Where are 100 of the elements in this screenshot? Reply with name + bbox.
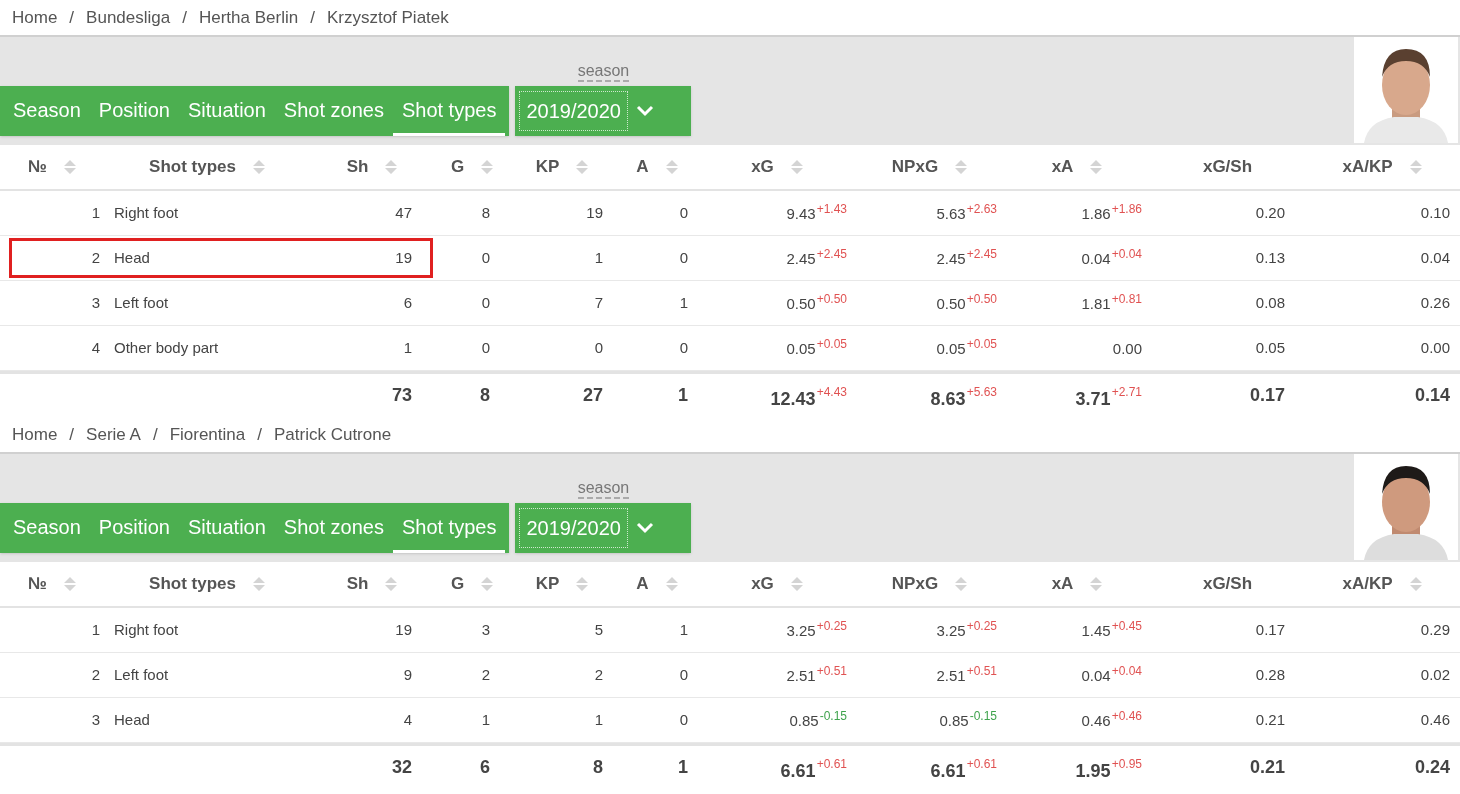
table-cell-text: 0.10 xyxy=(1419,202,1451,223)
sort-icon[interactable] xyxy=(480,576,495,592)
column-header[interactable]: Shot types xyxy=(149,571,236,597)
column-header[interactable]: A xyxy=(636,154,649,180)
table-cell-text: 0.14 xyxy=(1413,384,1451,407)
column-header[interactable]: xG/Sh xyxy=(1202,571,1253,597)
column-header[interactable]: xG xyxy=(751,154,774,180)
sort-icon[interactable] xyxy=(62,159,77,175)
table-cell-text: 0 xyxy=(678,247,689,268)
table-cell-text: 2 xyxy=(593,664,604,685)
table-cell-text: Head xyxy=(113,709,151,730)
column-header[interactable]: A xyxy=(636,571,649,597)
table-cell-text: 27 xyxy=(581,384,604,407)
table-cell-text: 32 xyxy=(390,756,413,779)
sort-icon[interactable] xyxy=(384,576,399,592)
column-header[interactable]: G xyxy=(450,571,465,597)
sort-icon[interactable] xyxy=(62,576,77,592)
sort-icon[interactable] xyxy=(384,159,399,175)
table-cell-text: 1 xyxy=(90,202,101,223)
column-header[interactable]: xG/Sh xyxy=(1202,154,1253,180)
table-cell-text: 1 xyxy=(677,384,689,407)
sort-icon[interactable] xyxy=(1408,576,1423,592)
column-header[interactable]: xA/KP xyxy=(1342,154,1393,180)
sort-icon[interactable] xyxy=(664,576,679,592)
column-header[interactable]: NPxG xyxy=(891,571,939,597)
table-cell-text: 0.21 xyxy=(1254,709,1286,730)
breadcrumb-link[interactable]: Patrick Cutrone xyxy=(274,421,392,448)
sort-icon[interactable] xyxy=(954,576,969,592)
sort-icon[interactable] xyxy=(575,576,590,592)
table-cell-text: 1 xyxy=(677,756,689,779)
breadcrumb-separator: / xyxy=(182,6,187,29)
sort-icon[interactable] xyxy=(251,159,266,175)
season-label: season xyxy=(577,479,630,499)
breadcrumb-link[interactable]: Hertha Berlin xyxy=(198,4,299,31)
breadcrumb-separator: / xyxy=(152,423,158,446)
chevron-down-icon xyxy=(636,105,654,117)
sort-icon[interactable] xyxy=(480,159,495,175)
column-header[interactable]: Sh xyxy=(346,571,369,597)
table-cell-text: 19 xyxy=(394,247,413,268)
breadcrumb-link[interactable]: Home xyxy=(12,4,58,31)
table-cell-text: 8 xyxy=(479,384,491,407)
sort-icon[interactable] xyxy=(575,159,590,175)
table-cell-text: 0.04 xyxy=(1419,247,1451,268)
table-cell-text: 2 xyxy=(90,247,101,268)
column-header[interactable]: xA/KP xyxy=(1342,571,1393,597)
breadcrumb-link[interactable]: Krzysztof Piatek xyxy=(326,4,449,31)
table-cell-text: Other body part xyxy=(113,337,220,358)
breadcrumb-separator: / xyxy=(69,6,75,29)
table-cell-text: 19 xyxy=(394,619,413,640)
table-cell-text: 0 xyxy=(480,247,491,268)
season-label: season xyxy=(577,62,630,82)
breadcrumb-link[interactable]: Home xyxy=(12,421,58,448)
column-header[interactable]: Shot types xyxy=(149,154,236,180)
column-header[interactable]: xG xyxy=(751,571,774,597)
table-cell-text: 8 xyxy=(592,756,604,779)
table-cell-text: 0 xyxy=(678,664,689,685)
breadcrumb-link[interactable]: Fiorentina xyxy=(169,421,246,448)
table-cell-text: 47 xyxy=(394,202,413,223)
table-cell-text: 0.05 xyxy=(1254,337,1286,358)
column-header[interactable]: xA xyxy=(1051,571,1074,597)
column-header[interactable]: NPxG xyxy=(891,154,939,180)
breadcrumb-separator: / xyxy=(257,423,262,446)
chevron-down-icon xyxy=(636,522,654,534)
breadcrumb-separator: / xyxy=(310,6,315,29)
table-cell-text: 1 xyxy=(480,709,491,730)
table-cell-text: Head xyxy=(113,247,151,268)
sort-icon[interactable] xyxy=(789,159,804,175)
column-header[interactable]: G xyxy=(450,154,465,180)
column-header[interactable]: xA xyxy=(1051,154,1074,180)
column-header[interactable]: Sh xyxy=(346,154,369,180)
table-cell-text: 0.08 xyxy=(1254,292,1286,313)
table-cell-text: 1 xyxy=(90,619,101,640)
column-header[interactable]: № xyxy=(28,154,47,180)
table-cell-text: 4 xyxy=(402,709,413,730)
table-cell-text: Left foot xyxy=(113,664,170,685)
table-cell-text: 0 xyxy=(678,337,689,358)
table-cell-text: 1 xyxy=(593,247,604,268)
table-cell-text: 1 xyxy=(593,709,604,730)
sort-icon[interactable] xyxy=(954,159,969,175)
breadcrumb-link[interactable]: Bundesliga xyxy=(86,4,171,31)
column-header[interactable]: KP xyxy=(535,571,560,597)
table-cell-text: 3 xyxy=(90,709,101,730)
sort-icon[interactable] xyxy=(1089,159,1104,175)
table-cell-text: 0.17 xyxy=(1254,619,1286,640)
table-cell-text: Left foot xyxy=(113,292,170,313)
breadcrumb-link[interactable]: Serie A xyxy=(86,421,141,448)
table-cell-text: 0.00 xyxy=(1111,339,1143,359)
sort-icon[interactable] xyxy=(251,576,266,592)
column-header[interactable]: № xyxy=(28,571,47,597)
table-cell-text: 2 xyxy=(480,664,491,685)
sort-icon[interactable] xyxy=(664,159,679,175)
column-header[interactable]: KP xyxy=(535,154,560,180)
sort-icon[interactable] xyxy=(1408,159,1423,175)
table-cell-text: 0.13 xyxy=(1254,247,1286,268)
sort-icon[interactable] xyxy=(1089,576,1104,592)
sort-icon[interactable] xyxy=(789,576,804,592)
table-cell-text: 0.46 xyxy=(1419,709,1451,730)
table-cell-text: 6 xyxy=(402,292,413,313)
table-cell-text: 9 xyxy=(402,664,413,685)
table-cell-text: 0 xyxy=(480,292,491,313)
